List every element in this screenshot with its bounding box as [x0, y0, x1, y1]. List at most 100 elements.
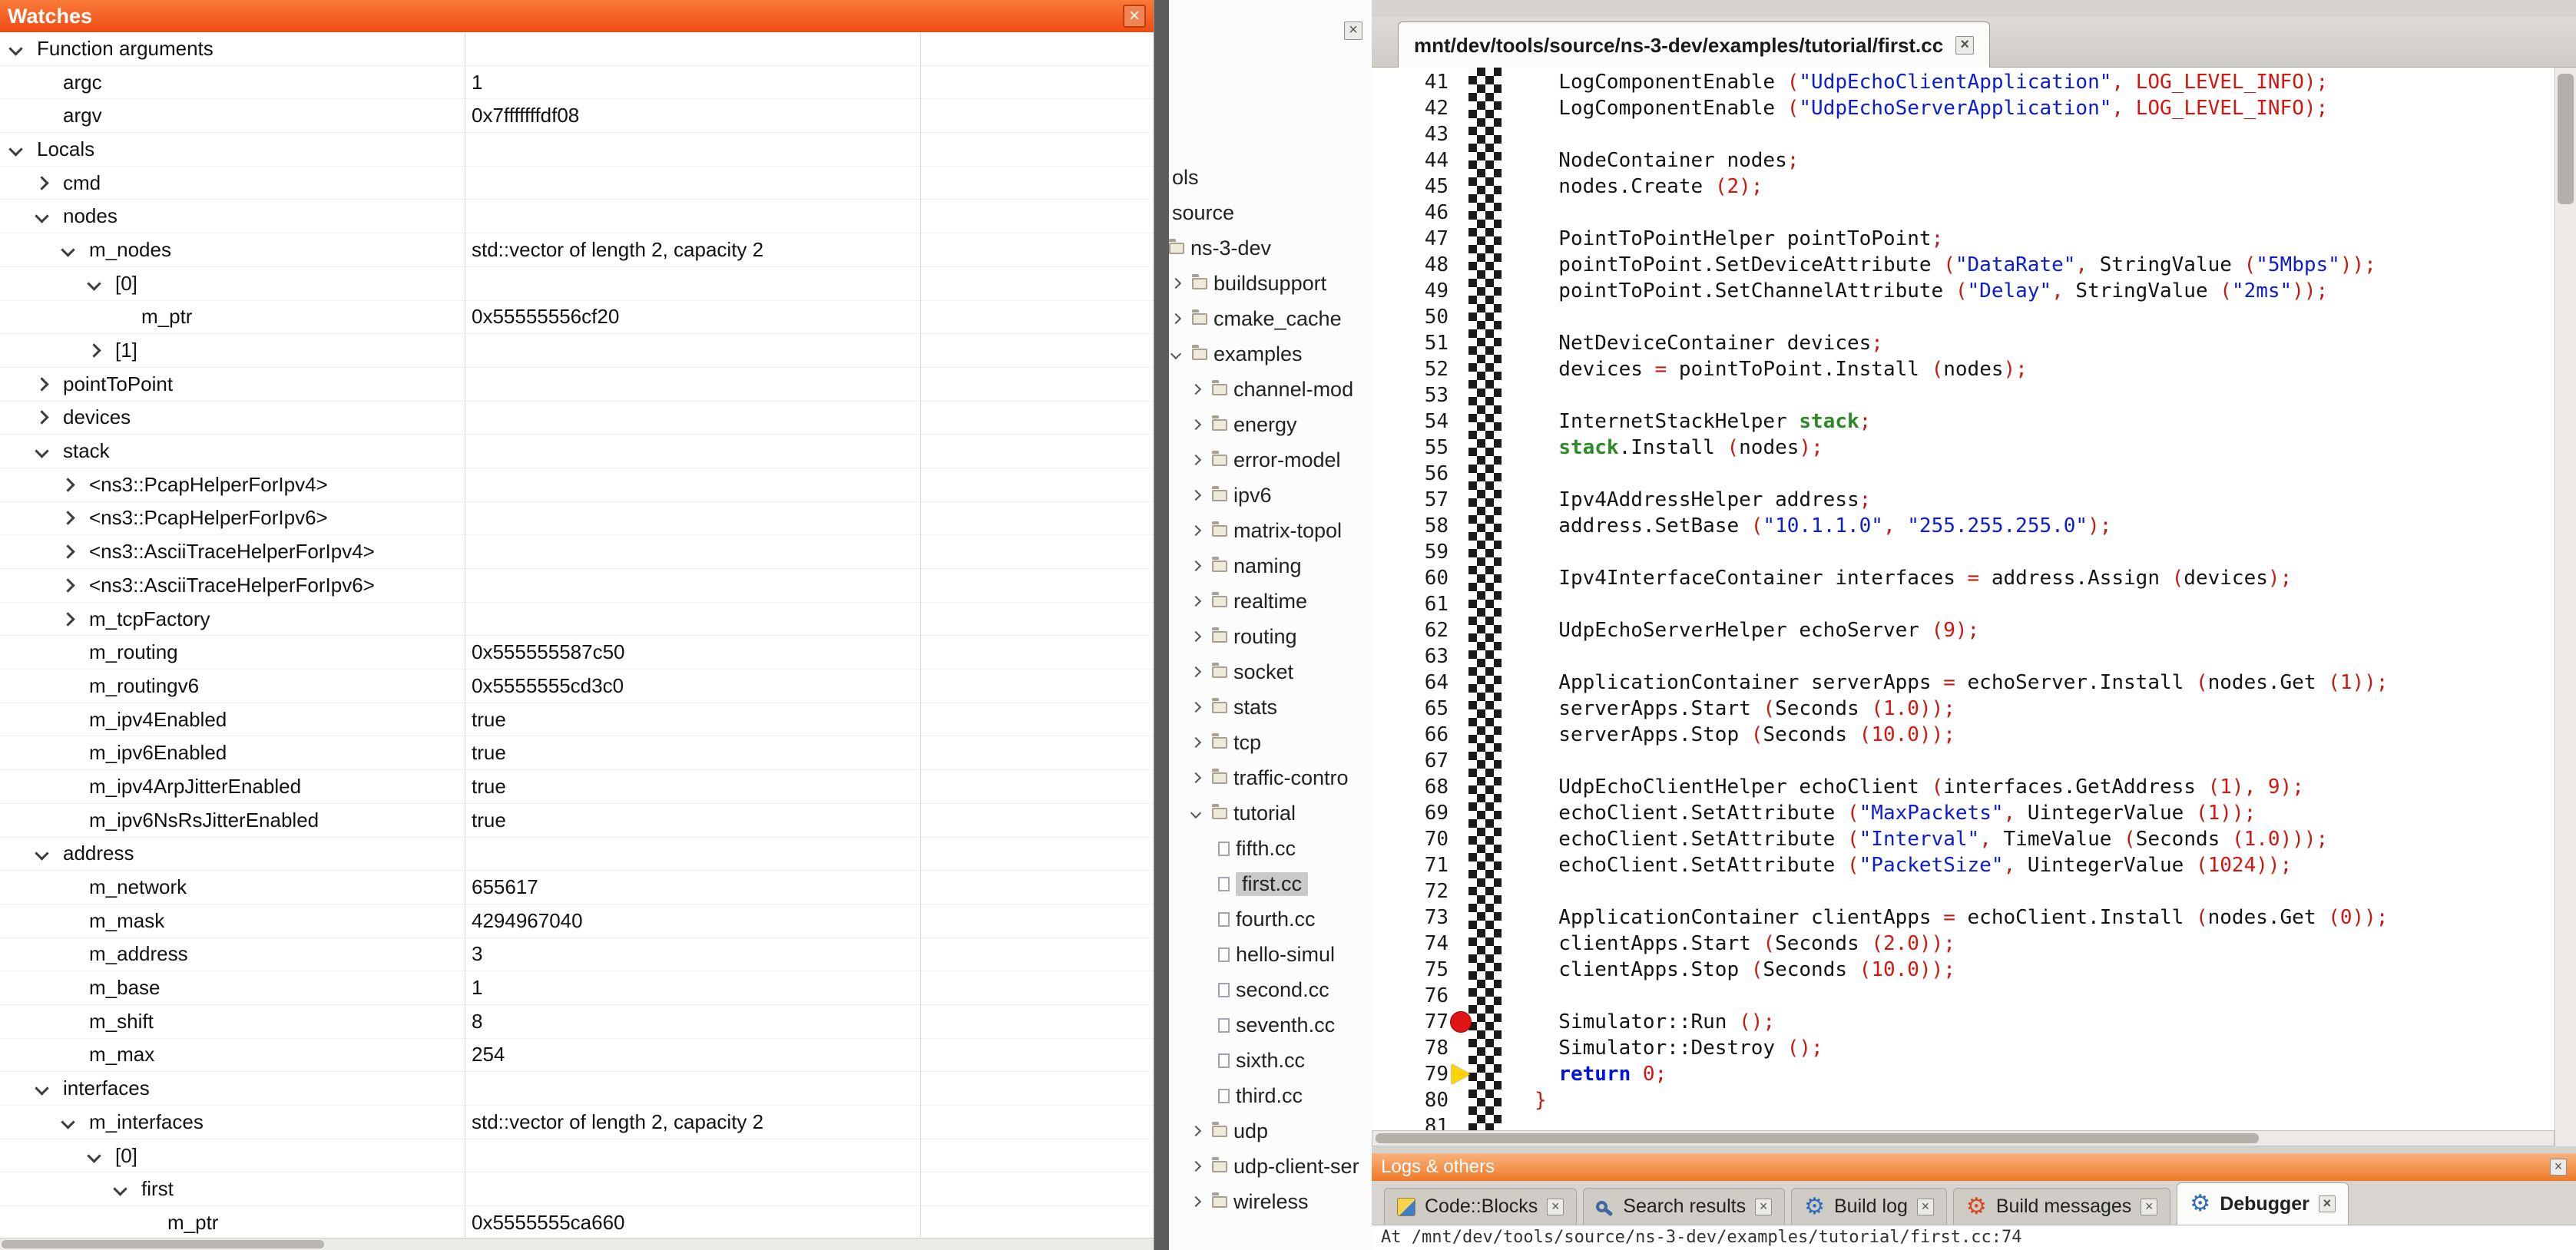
line-number[interactable]: 51: [1372, 330, 1449, 356]
tree-item[interactable]: first.cc: [1169, 866, 1372, 901]
line-number[interactable]: 53: [1372, 382, 1449, 408]
watch-row[interactable]: [0]: [0, 1139, 1154, 1173]
code-line[interactable]: NodeContainer nodes;: [1535, 147, 2388, 174]
watch-row[interactable]: m_ipv6Enabledtrue: [0, 736, 1154, 770]
watch-row[interactable]: [1]: [0, 334, 1154, 368]
code-line[interactable]: Simulator::Run ();: [1535, 1009, 2388, 1035]
line-number[interactable]: 76: [1372, 983, 1449, 1009]
watch-row[interactable]: Function arguments: [0, 32, 1154, 66]
chevron-right-icon[interactable]: [1190, 455, 1201, 465]
watches-titlebar[interactable]: Watches: [0, 0, 1154, 32]
tree-item[interactable]: udp-client-ser: [1169, 1149, 1372, 1184]
code-line[interactable]: address.SetBase ("10.1.1.0", "255.255.25…: [1535, 513, 2388, 539]
chevron-right-icon[interactable]: [1190, 1126, 1201, 1136]
line-number[interactable]: 59: [1372, 539, 1449, 565]
watch-row[interactable]: m_routingv60x5555555cd3c0: [0, 670, 1154, 703]
chevron-right-icon[interactable]: [1170, 313, 1181, 324]
tree-item[interactable]: stats: [1169, 689, 1372, 725]
code-line[interactable]: [1535, 461, 2388, 487]
watch-row[interactable]: m_max254: [0, 1039, 1154, 1073]
tree-item[interactable]: energy: [1169, 407, 1372, 442]
chevron-right-icon[interactable]: [87, 343, 101, 357]
tree-item[interactable]: third.cc: [1169, 1078, 1372, 1113]
line-number[interactable]: 75: [1372, 957, 1449, 983]
chevron-right-icon[interactable]: [1190, 419, 1201, 430]
tree-item[interactable]: wireless: [1169, 1184, 1372, 1219]
line-number[interactable]: 41: [1372, 69, 1449, 95]
code-line[interactable]: serverApps.Stop (Seconds (10.0));: [1535, 722, 2388, 748]
watches-column-divider[interactable]: [920, 32, 921, 1239]
code-line[interactable]: [1535, 382, 2388, 408]
log-tab-search-results[interactable]: Search results: [1583, 1188, 1785, 1225]
chevron-right-icon[interactable]: [1190, 1196, 1201, 1207]
chevron-down-icon[interactable]: [61, 1115, 74, 1129]
tree-item[interactable]: tcp: [1169, 725, 1372, 760]
line-number-gutter[interactable]: 4142434445464748495051525354555657585960…: [1372, 69, 1449, 1130]
watches-horizontal-scrollbar[interactable]: [0, 1238, 1154, 1250]
chevron-right-icon[interactable]: [1170, 278, 1181, 289]
line-number[interactable]: 62: [1372, 617, 1449, 643]
line-number[interactable]: 43: [1372, 121, 1449, 147]
tree-item[interactable]: udp: [1169, 1113, 1372, 1149]
code-line[interactable]: }: [1535, 1087, 2388, 1113]
code-line[interactable]: [1535, 591, 2388, 617]
editor-vertical-scrollbar[interactable]: [2554, 68, 2576, 1146]
logs-close-icon[interactable]: [2550, 1159, 2567, 1176]
editor-body[interactable]: 4142434445464748495051525354555657585960…: [1372, 68, 2554, 1130]
tree-item[interactable]: tutorial: [1169, 795, 1372, 831]
watch-row[interactable]: argv0x7fffffffdf08: [0, 99, 1154, 133]
chevron-down-icon[interactable]: [87, 276, 101, 290]
watch-row[interactable]: m_shift8: [0, 1005, 1154, 1039]
line-number[interactable]: 42: [1372, 95, 1449, 121]
editor-tab-close-icon[interactable]: [1955, 36, 1974, 55]
watch-row[interactable]: m_interfacesstd::vector of length 2, cap…: [0, 1106, 1154, 1139]
watch-row[interactable]: m_base1: [0, 971, 1154, 1005]
code-line[interactable]: UdpEchoClientHelper echoClient (interfac…: [1535, 774, 2388, 800]
watches-scrollbar-thumb[interactable]: [2, 1240, 324, 1248]
chevron-right-icon[interactable]: [1190, 772, 1201, 783]
log-tab-debugger[interactable]: ⚙Debugger: [2177, 1182, 2349, 1225]
watch-row[interactable]: <ns3::AsciiTraceHelperForIpv6>: [0, 569, 1154, 603]
code-line[interactable]: InternetStackHelper stack;: [1535, 408, 2388, 435]
code-line[interactable]: [1535, 304, 2388, 330]
watch-row[interactable]: m_ipv6NsRsJitterEnabledtrue: [0, 804, 1154, 838]
code-line[interactable]: echoClient.SetAttribute ("MaxPackets", U…: [1535, 800, 2388, 826]
line-number[interactable]: 78: [1372, 1035, 1449, 1061]
chevron-right-icon[interactable]: [1190, 384, 1201, 395]
editor-vscrollbar-thumb[interactable]: [2558, 74, 2574, 204]
line-number[interactable]: 44: [1372, 147, 1449, 174]
watch-row[interactable]: interfaces: [0, 1072, 1154, 1106]
chevron-right-icon[interactable]: [61, 478, 74, 491]
watch-row[interactable]: stack: [0, 435, 1154, 468]
tab-close-icon[interactable]: [1755, 1199, 1772, 1215]
code-line[interactable]: [1535, 121, 2388, 147]
chevron-right-icon[interactable]: [1190, 525, 1201, 536]
tree-item[interactable]: traffic-contro: [1169, 760, 1372, 795]
code-line[interactable]: ApplicationContainer serverApps = echoSe…: [1535, 670, 2388, 696]
code-line[interactable]: LogComponentEnable ("UdpEchoClientApplic…: [1535, 69, 2388, 95]
watch-row[interactable]: m_nodesstd::vector of length 2, capacity…: [0, 233, 1154, 267]
tab-close-icon[interactable]: [2319, 1195, 2336, 1212]
line-number[interactable]: 72: [1372, 878, 1449, 904]
watch-row[interactable]: [0]: [0, 267, 1154, 301]
watch-row[interactable]: argc1: [0, 66, 1154, 100]
line-number[interactable]: 45: [1372, 174, 1449, 200]
line-number[interactable]: 68: [1372, 774, 1449, 800]
line-number[interactable]: 49: [1372, 278, 1449, 304]
watch-row[interactable]: m_address3: [0, 938, 1154, 972]
tab-close-icon[interactable]: [1547, 1199, 1564, 1215]
watch-row[interactable]: <ns3::PcapHelperForIpv6>: [0, 502, 1154, 536]
tree-item[interactable]: matrix-topol: [1169, 513, 1372, 548]
code-line[interactable]: echoClient.SetAttribute ("Interval", Tim…: [1535, 826, 2388, 852]
chevron-down-icon[interactable]: [35, 210, 48, 223]
tree-item[interactable]: channel-mod: [1169, 372, 1372, 407]
log-tab-build-messages[interactable]: ⚙Build messages: [1953, 1188, 2170, 1225]
code-line[interactable]: Ipv4InterfaceContainer interfaces = addr…: [1535, 565, 2388, 591]
chevron-down-icon[interactable]: [8, 41, 22, 55]
chevron-right-icon[interactable]: [1190, 631, 1201, 642]
line-number[interactable]: 60: [1372, 565, 1449, 591]
tree-item[interactable]: ols: [1169, 160, 1372, 195]
code-line[interactable]: [1535, 539, 2388, 565]
code-line[interactable]: clientApps.Start (Seconds (2.0));: [1535, 931, 2388, 957]
line-number[interactable]: 70: [1372, 826, 1449, 852]
